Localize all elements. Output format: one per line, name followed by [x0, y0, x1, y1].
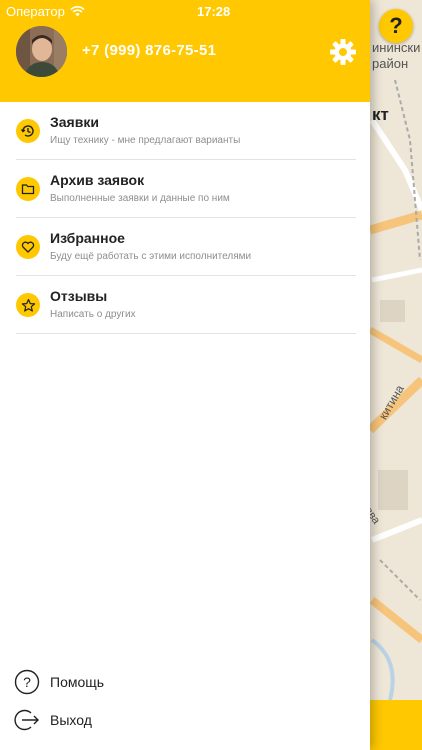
menu-item-subtitle: Выполненные заявки и данные по ним [50, 193, 230, 204]
star-icon [16, 293, 40, 317]
help-button[interactable]: ? Помощь [14, 669, 214, 695]
side-drawer: +7 (999) 876-75-51 Заявки Ищу технику - … [0, 0, 370, 750]
question-circle-icon: ? [14, 669, 40, 695]
map-label-street: кт [372, 105, 389, 124]
menu-item-subtitle: Буду ещё работать с этими исполнителями [50, 251, 252, 262]
gear-icon[interactable] [329, 38, 357, 66]
menu-item-subtitle: Написать о других [50, 309, 136, 320]
exit-button[interactable]: Выход [14, 707, 214, 733]
folder-icon [16, 177, 40, 201]
svg-text:?: ? [23, 674, 31, 690]
wifi-icon [70, 6, 85, 17]
carrier-name: Оператор [6, 4, 65, 19]
drawer-menu: Заявки Ищу технику - мне предлагают вари… [16, 102, 356, 334]
help-label: Помощь [50, 674, 105, 690]
menu-item-reviews[interactable]: Отзывы Написать о других [16, 276, 356, 334]
logout-icon [14, 709, 39, 731]
menu-item-title: Архив заявок [50, 172, 145, 188]
menu-item-title: Избранное [50, 230, 125, 246]
menu-item-requests[interactable]: Заявки Ищу технику - мне предлагают вари… [16, 102, 356, 160]
status-time: 17:28 [197, 4, 231, 19]
menu-item-subtitle: Ищу технику - мне предлагают варианты [50, 135, 241, 146]
profile-phone: +7 (999) 876-75-51 [82, 42, 217, 59]
menu-item-title: Отзывы [50, 288, 108, 304]
clock-icon [16, 119, 40, 143]
carrier: Оператор [6, 4, 85, 19]
menu-item-archive[interactable]: Архив заявок Выполненные заявки и данные… [16, 160, 356, 218]
avatar-image [16, 26, 67, 77]
exit-label: Выход [50, 712, 92, 728]
map-label-district-2: район [372, 56, 409, 71]
map-bottom-bar[interactable] [370, 700, 422, 750]
avatar[interactable] [16, 26, 67, 77]
heart-icon [16, 235, 40, 259]
menu-item-favorites[interactable]: Избранное Буду ещё работать с этими испо… [16, 218, 356, 276]
menu-item-title: Заявки [50, 114, 99, 130]
status-bar: Оператор 17:28 [0, 0, 422, 22]
